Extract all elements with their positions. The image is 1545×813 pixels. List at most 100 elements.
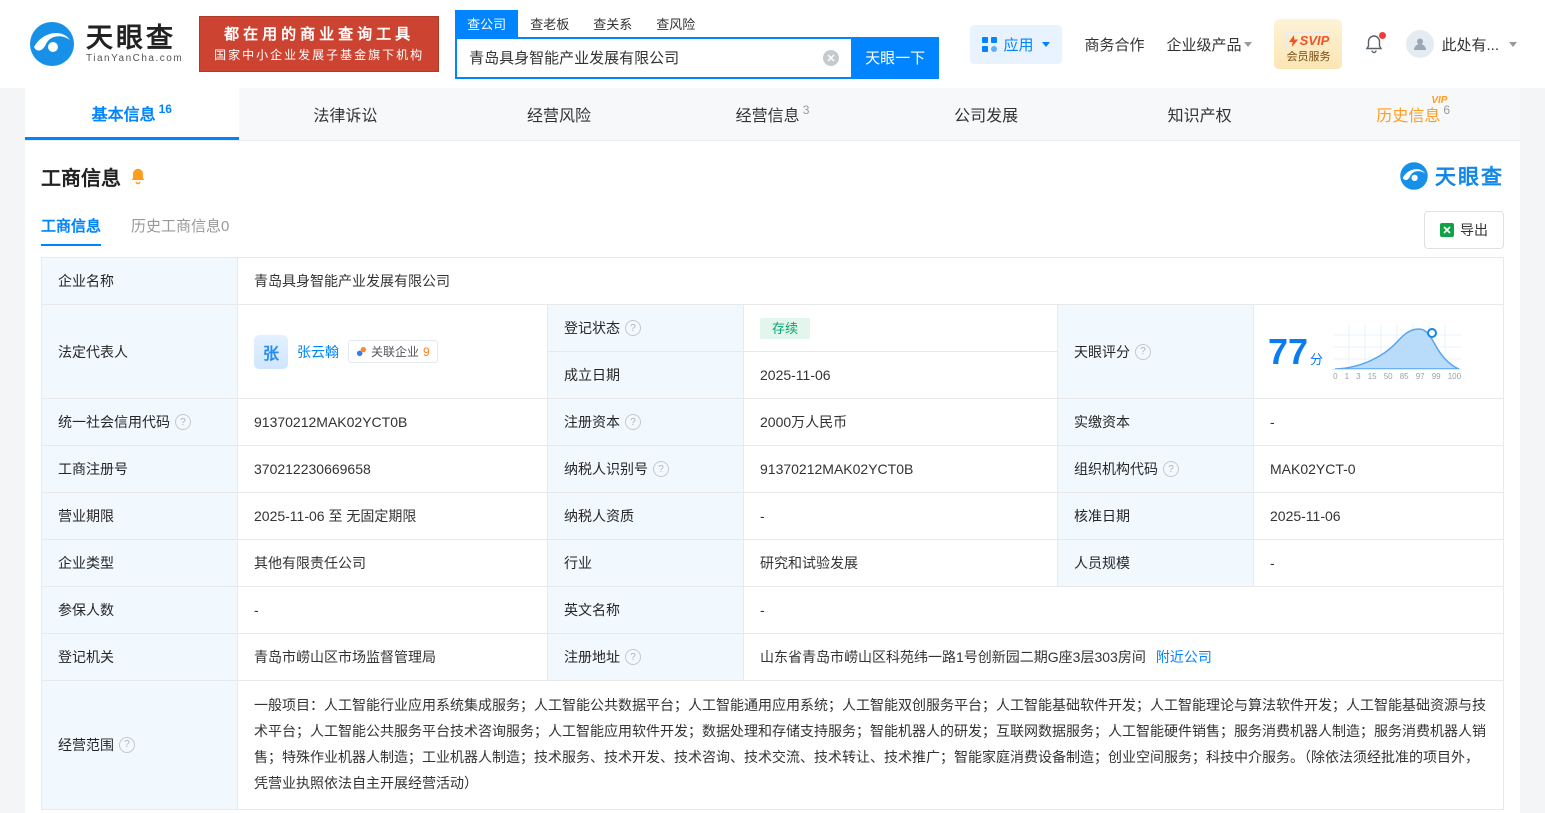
- search-tab-risk[interactable]: 查风险: [644, 10, 707, 37]
- reg-capital-label: 注册资本: [548, 399, 744, 446]
- approval-date-label: 核准日期: [1058, 493, 1254, 540]
- relation-icon: [356, 346, 367, 357]
- credit-code-value: 91370212MAK02YCT0B: [238, 399, 548, 446]
- header-nav: 应用 商务合作 企业级产品 SVIP 会员服务: [970, 19, 1517, 69]
- enterprise-products-link[interactable]: 企业级产品: [1166, 34, 1252, 55]
- related-companies-badge[interactable]: 关联企业 9: [348, 340, 438, 363]
- score-distribution-chart: 0131550859799100: [1333, 323, 1461, 381]
- reg-address-value: 山东省青岛市崂山区科苑纬一路1号创新园二期G座3层303房间: [760, 647, 1146, 667]
- help-question-icon[interactable]: [1135, 344, 1151, 360]
- user-account[interactable]: 此处有...: [1406, 30, 1517, 58]
- search-tab-relation[interactable]: 查关系: [581, 10, 644, 37]
- tianyancha-logo[interactable]: 天眼查 TianYanCha.com: [28, 20, 183, 68]
- related-companies-count: 9: [423, 345, 430, 359]
- notifications-button[interactable]: [1364, 34, 1384, 54]
- search-area: 查公司 查老板 查关系 查风险 天眼一下: [455, 10, 939, 79]
- search-row: 天眼一下: [455, 37, 939, 79]
- help-question-icon[interactable]: [653, 461, 669, 477]
- username: 此处有...: [1441, 34, 1499, 55]
- chevron-down-icon: [1509, 42, 1517, 47]
- notification-dot: [1379, 32, 1386, 39]
- establish-date-value: 2025-11-06: [744, 352, 1058, 399]
- svip-member-button[interactable]: SVIP 会员服务: [1274, 19, 1342, 69]
- clear-search-icon[interactable]: [823, 50, 839, 66]
- help-question-icon[interactable]: [1163, 461, 1179, 477]
- promo-banner: 都在用的商业查询工具 国家中小企业发展子基金旗下机构: [199, 16, 439, 73]
- company-name-value: 青岛具身智能产业发展有限公司: [238, 258, 1504, 305]
- tab-operational-risk-label: 经营风险: [527, 102, 591, 126]
- reg-number-label: 工商注册号: [42, 446, 238, 493]
- reg-address-label: 注册地址: [548, 634, 744, 681]
- svip-subtitle: 会员服务: [1286, 50, 1330, 64]
- reg-authority-value: 青岛市崂山区市场监督管理局: [238, 634, 548, 681]
- industry-value: 研究和试验发展: [744, 540, 1058, 587]
- search-tab-company[interactable]: 查公司: [455, 10, 518, 37]
- legal-rep-avatar[interactable]: 张: [254, 335, 288, 369]
- subtab-current-info[interactable]: 工商信息: [41, 215, 101, 246]
- section-title: 工商信息: [41, 162, 121, 191]
- tab-business-info-label: 经营信息: [736, 102, 800, 126]
- english-name-value: -: [744, 587, 1504, 634]
- apps-button[interactable]: 应用: [970, 25, 1062, 64]
- status-badge: 存续: [760, 318, 810, 339]
- taxpayer-id-label-text: 纳税人识别号: [564, 459, 648, 479]
- business-scope-label: 经营范围: [42, 681, 238, 810]
- search-button[interactable]: 天眼一下: [851, 37, 939, 79]
- search-input[interactable]: [455, 37, 851, 79]
- tab-legal-proceedings[interactable]: 法律诉讼: [239, 88, 453, 140]
- legal-rep-label: 法定代表人: [42, 305, 238, 399]
- legal-rep-name-link[interactable]: 张云翰: [297, 342, 339, 362]
- nearby-companies-link[interactable]: 附近公司: [1156, 647, 1212, 667]
- industry-label: 行业: [548, 540, 744, 587]
- tab-legal-proceedings-label: 法律诉讼: [313, 102, 377, 126]
- tab-company-development[interactable]: 公司发展: [879, 88, 1093, 140]
- reg-status-cell: 存续: [744, 305, 1058, 352]
- reg-address-label-text: 注册地址: [564, 647, 620, 667]
- reg-address-cell: 山东省青岛市崂山区科苑纬一路1号创新园二期G座3层303房间 附近公司: [744, 634, 1504, 681]
- chevron-down-icon: [1042, 42, 1050, 47]
- org-code-value: MAK02YCT-0: [1254, 446, 1504, 493]
- promo-line2: 国家中小企业发展子基金旗下机构: [214, 46, 424, 64]
- tianyan-score-cell[interactable]: 77分: [1254, 305, 1504, 399]
- svip-title: SVIP: [1300, 33, 1330, 50]
- apps-label: 应用: [1003, 34, 1033, 55]
- subtabs-row: 工商信息 历史工商信息0 导出: [41, 211, 1504, 249]
- taxpayer-id-label: 纳税人识别号: [548, 446, 744, 493]
- business-info-card: 工商信息 天眼查 工商信息: [25, 141, 1520, 813]
- help-question-icon[interactable]: [625, 414, 641, 430]
- tab-business-info[interactable]: 经营信息 3: [666, 88, 880, 140]
- tab-intellectual-property-label: 知识产权: [1168, 102, 1232, 126]
- tianyan-score-label-text: 天眼评分: [1074, 342, 1130, 362]
- reg-status-label-text: 登记状态: [564, 318, 620, 338]
- export-button[interactable]: 导出: [1424, 211, 1504, 249]
- help-question-icon[interactable]: [175, 414, 191, 430]
- tianyan-score-label: 天眼评分: [1058, 305, 1254, 399]
- reg-authority-label: 登记机关: [42, 634, 238, 681]
- monitor-bell-icon[interactable]: [129, 167, 147, 185]
- tianyancha-swirl-icon: [1399, 161, 1429, 191]
- excel-export-icon: [1440, 223, 1454, 237]
- help-question-icon[interactable]: [119, 737, 135, 753]
- tab-history-info[interactable]: VIP 历史信息 6: [1306, 88, 1520, 140]
- page: 天眼查 TianYanCha.com 都在用的商业查询工具 国家中小企业发展子基…: [0, 0, 1545, 813]
- score-axis-ticks: 0131550859799100: [1333, 372, 1461, 381]
- subtab-history-info[interactable]: 历史工商信息0: [131, 215, 229, 246]
- top-header: 天眼查 TianYanCha.com 都在用的商业查询工具 国家中小企业发展子基…: [0, 0, 1545, 88]
- tab-intellectual-property[interactable]: 知识产权: [1093, 88, 1307, 140]
- english-name-label: 英文名称: [548, 587, 744, 634]
- tab-company-development-label: 公司发展: [954, 102, 1018, 126]
- search-tab-boss[interactable]: 查老板: [518, 10, 581, 37]
- help-question-icon[interactable]: [625, 649, 641, 665]
- help-question-icon[interactable]: [625, 320, 641, 336]
- business-cooperation-link[interactable]: 商务合作: [1084, 34, 1144, 55]
- card-brand-logo: 天眼查: [1399, 161, 1504, 191]
- company-name-label: 企业名称: [42, 258, 238, 305]
- taxpayer-quality-label: 纳税人资质: [548, 493, 744, 540]
- org-code-label: 组织机构代码: [1058, 446, 1254, 493]
- business-cooperation-label: 商务合作: [1084, 34, 1144, 55]
- tab-basic-info[interactable]: 基本信息 16: [25, 88, 239, 140]
- company-type-value: 其他有限责任公司: [238, 540, 548, 587]
- brand-name: 天眼查: [1435, 161, 1504, 191]
- tab-operational-risk[interactable]: 经营风险: [452, 88, 666, 140]
- person-icon: [1412, 36, 1428, 52]
